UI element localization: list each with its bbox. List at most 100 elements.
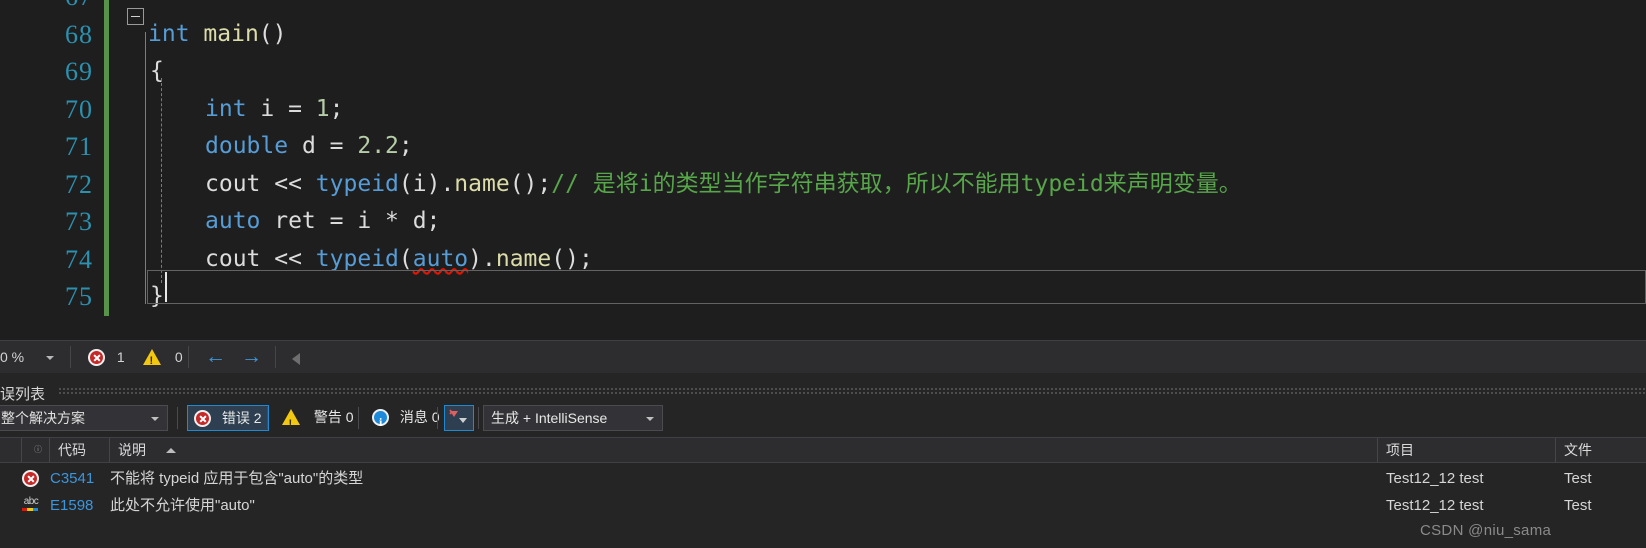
cell-file: Test — [1564, 470, 1592, 487]
chevron-down-icon — [646, 417, 654, 421]
table-row[interactable]: abc E1598 此处不允许使用"auto" Test12_12 test T… — [0, 492, 1646, 519]
error-list-toolbar: 整个解决方案 错误 2 警告 0 消息 0 — [0, 405, 1646, 436]
column-header-gutter[interactable] — [0, 438, 22, 462]
warnings-label: 警告 0 — [313, 409, 354, 425]
toggle-messages[interactable]: 消息 0 — [366, 405, 446, 434]
divider — [177, 407, 178, 429]
token-parens: () — [509, 170, 538, 197]
error-list-panel: 误列表 整个解决方案 错误 2 警告 0 消息 0 — [0, 373, 1646, 548]
token-keyword-typeid: typeid — [301, 245, 399, 272]
token-brace-close: } — [150, 283, 164, 309]
divider — [358, 407, 359, 429]
token-function-name: name — [454, 170, 510, 197]
messages-label: 消息 0 — [399, 409, 440, 425]
build-intellisense-dropdown[interactable]: 生成 + IntelliSense — [483, 405, 663, 431]
panel-title: 误列表 — [0, 386, 46, 403]
column-header-file[interactable]: 文件 — [1556, 438, 1646, 462]
token-keyword-int: int — [148, 20, 190, 47]
line-number: 67 — [0, 0, 93, 16]
code-text: auto ret = i * d; — [205, 203, 440, 241]
code-text: int i = 1; — [205, 91, 344, 129]
token-function-name: name — [495, 245, 552, 272]
line-number: 70 — [65, 94, 93, 124]
toggle-warnings[interactable]: 警告 0 — [276, 405, 360, 436]
divider — [437, 407, 438, 429]
indent-guide-dashed — [161, 78, 162, 283]
scroll-left-icon[interactable] — [292, 353, 300, 365]
divider — [70, 346, 71, 368]
line-number: 69 — [65, 57, 93, 86]
filter-toggle-button[interactable] — [444, 405, 474, 431]
token-identifier-ret: ret = i * d; — [260, 208, 441, 234]
cell-file: Test — [1564, 497, 1592, 514]
error-list-table: ⓘ 代码 说明 项目 文件 C3541 不能将 typeid 应用于包含"aut… — [0, 437, 1646, 548]
info-icon — [372, 409, 389, 434]
editor-status-bar: 0 % 1 0 ← → — [0, 340, 1646, 373]
column-header-project[interactable]: 项目 — [1378, 438, 1556, 462]
scope-filter-dropdown[interactable]: 整个解决方案 — [0, 405, 168, 431]
toggle-errors[interactable]: 错误 2 — [187, 405, 269, 431]
indent-guide — [145, 32, 146, 304]
token-cout: cout — [205, 170, 275, 197]
line-number: 73 — [65, 207, 93, 236]
token-keyword-double: double — [205, 133, 289, 159]
token-semicolon: ; — [537, 170, 552, 197]
column-header-code[interactable]: 代码 — [50, 438, 110, 462]
watermark: CSDN @niu_sama — [1420, 522, 1552, 539]
cell-code: C3541 — [50, 470, 95, 487]
code-text: cout << typeid(auto).name(); — [205, 241, 593, 279]
status-warning-count[interactable]: 0 — [143, 348, 183, 370]
drag-handle[interactable] — [58, 387, 1646, 395]
divider — [267, 407, 268, 429]
zoom-level-dropdown[interactable]: 0 % — [0, 345, 62, 369]
status-error-count[interactable]: 1 — [88, 348, 125, 366]
column-header-icon[interactable]: ⓘ — [22, 438, 50, 462]
build-filter-label: 生成 + IntelliSense — [491, 410, 608, 426]
token-shift-operator: << — [274, 245, 302, 272]
sort-ascending-icon — [166, 448, 176, 453]
cell-code: E1598 — [50, 497, 94, 514]
code-text: } — [150, 278, 164, 316]
intellisense-abc-icon: abc — [22, 497, 40, 514]
token-identifier-d: d = — [288, 133, 358, 159]
scope-filter-label: 整个解决方案 — [1, 410, 85, 426]
token-number-1: 1 — [315, 95, 330, 122]
cell-project: Test12_12 test — [1386, 470, 1484, 487]
error-icon — [22, 470, 39, 487]
line-number: 68 — [65, 19, 93, 49]
warning-icon — [143, 349, 161, 370]
column-label: 说明 — [118, 442, 146, 458]
table-row[interactable]: C3541 不能将 typeid 应用于包含"auto"的类型 Test12_1… — [0, 465, 1646, 492]
token-cout: cout — [205, 245, 275, 272]
token-paren-close: ) — [468, 245, 482, 272]
token-parens: () — [258, 20, 287, 47]
collapse-region-icon[interactable] — [127, 8, 144, 25]
visual-studio-window: 67 68 int main() 69 { 70 — [0, 0, 1646, 548]
code-text: cout << typeid(i).name();// 是将i的类型当作字符串获… — [205, 166, 1242, 204]
chevron-down-icon — [151, 417, 159, 421]
token-keyword-auto: auto — [205, 208, 261, 234]
code-editor[interactable]: 67 68 int main() 69 { 70 — [0, 0, 1646, 340]
error-count-label: 1 — [116, 349, 125, 365]
token-dot: . — [440, 170, 455, 197]
token-comment: // 是将i的类型当作字符串获取，所以不能用typeid来声明变量。 — [551, 170, 1242, 197]
token-keyword-typeid: typeid — [301, 170, 399, 197]
token-semicolon: ; — [398, 133, 413, 159]
warning-icon — [282, 409, 300, 436]
divider — [188, 346, 189, 368]
token-keyword-int: int — [205, 95, 247, 122]
change-bar — [104, 15, 109, 53]
change-bar — [104, 165, 109, 203]
change-bar — [104, 240, 109, 278]
navigate-back-icon[interactable]: ← — [205, 346, 226, 367]
line-number: 71 — [65, 132, 93, 161]
code-text: int main() — [148, 16, 287, 54]
column-header-description[interactable]: 说明 — [110, 438, 1378, 462]
change-bar — [104, 128, 109, 166]
navigate-forward-icon[interactable]: → — [241, 346, 262, 367]
change-bar — [104, 0, 109, 16]
zoom-level-label: 0 % — [0, 349, 25, 365]
errors-label: 错误 2 — [221, 410, 262, 426]
token-dot: . — [482, 245, 496, 272]
